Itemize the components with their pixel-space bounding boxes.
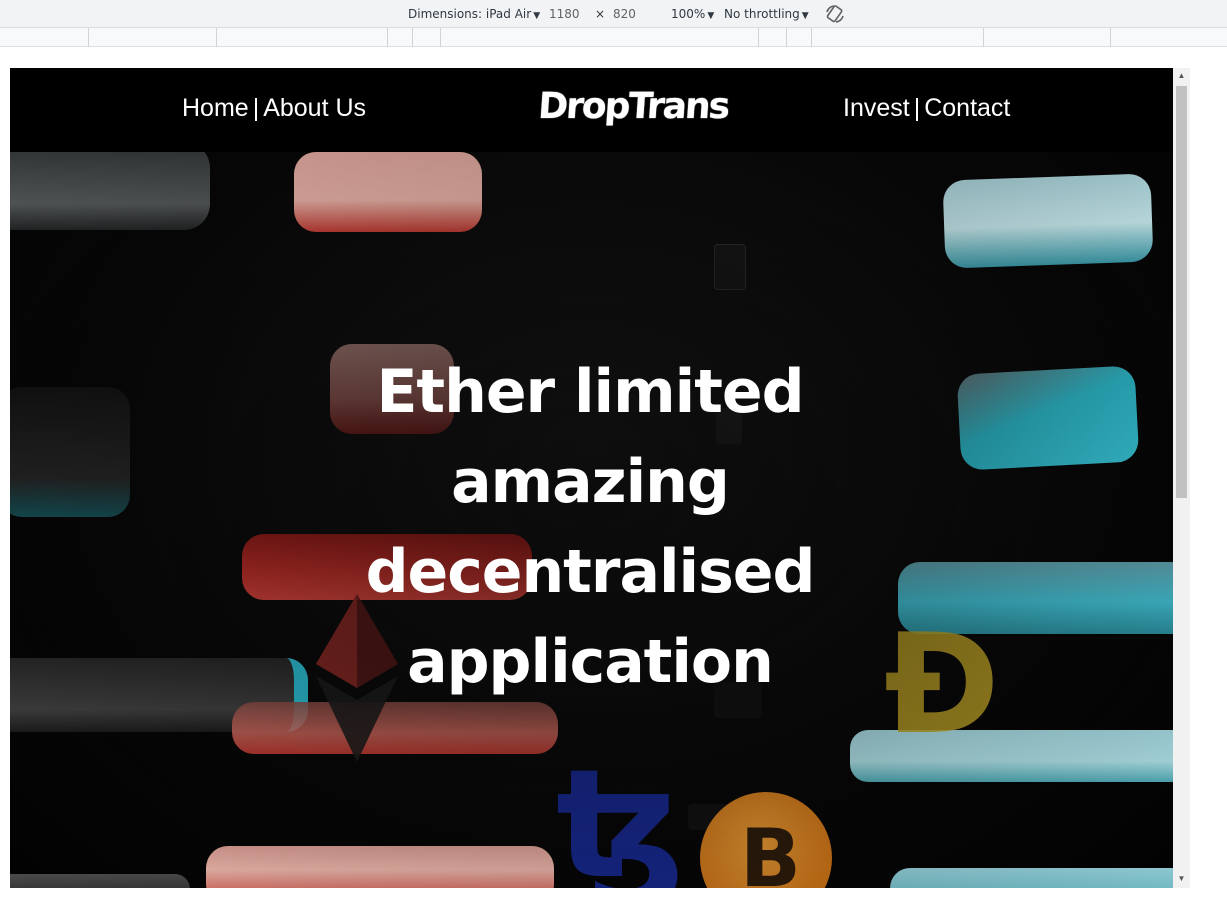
rotate-icon[interactable] [824, 3, 846, 25]
nav-separator: | [252, 94, 260, 122]
scrollbar-thumb[interactable] [1176, 86, 1187, 498]
scroll-up-arrow-icon[interactable]: ▲ [1175, 70, 1188, 82]
top-navigation: Home | About Us DropTrans Invest | Contact [10, 68, 1173, 152]
hero-title-line-4: application [407, 627, 774, 697]
zoom-label: 100% [671, 7, 706, 21]
scroll-down-arrow-icon[interactable]: ▼ [1175, 873, 1188, 885]
chevron-down-icon: ▼ [707, 11, 715, 21]
chevron-down-icon: ▼ [801, 11, 809, 21]
nav-link-home[interactable]: Home [182, 94, 249, 122]
hero-title-line-3: decentralised [365, 537, 816, 607]
hero-title: Ether limited amazing decentralised appl… [340, 347, 840, 707]
throttling-dropdown[interactable]: No throttling ▼ [724, 7, 809, 21]
height-input[interactable]: 820 [613, 7, 636, 21]
hero-title-line-1: Ether limited [376, 357, 804, 427]
page-viewport: Home | About Us DropTrans Invest | Contact [10, 68, 1173, 888]
times-symbol: × [595, 7, 606, 21]
nav-right: Invest | Contact [843, 94, 1010, 123]
hero-title-line-2: amazing [451, 447, 730, 517]
throttling-label: No throttling [724, 7, 800, 21]
dimensions-label: Dimensions: iPad Air [408, 7, 532, 21]
site-logo[interactable]: DropTrans [536, 86, 730, 136]
nav-link-invest[interactable]: Invest [843, 94, 910, 122]
nav-left: Home | About Us [182, 94, 366, 123]
nav-separator: | [913, 94, 921, 122]
media-query-ruler [0, 28, 1227, 47]
hero-section: Ð B ꜩ Ether limited amazing decentralise… [10, 152, 1173, 888]
dimensions-dropdown[interactable]: Dimensions: iPad Air ▼ [408, 7, 540, 21]
zoom-dropdown[interactable]: 100% ▼ [671, 7, 714, 21]
width-input[interactable]: 1180 [549, 7, 580, 21]
nav-link-about[interactable]: About Us [263, 94, 366, 122]
nav-link-contact[interactable]: Contact [924, 94, 1010, 122]
device-toolbar: Dimensions: iPad Air ▼ 1180 × 820 100% ▼ N… [0, 0, 1227, 28]
chevron-down-icon: ▼ [533, 11, 541, 21]
